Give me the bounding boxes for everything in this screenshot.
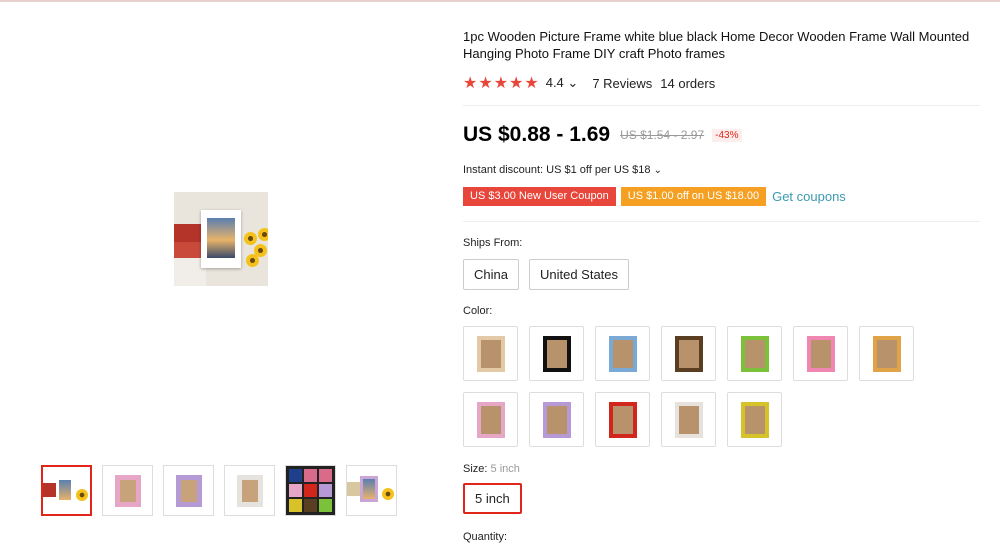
- sunflower: [258, 228, 268, 241]
- color-swatch-1[interactable]: [463, 326, 518, 381]
- ship-option-china[interactable]: China: [463, 259, 519, 290]
- frame-color-sample: [675, 336, 703, 372]
- thumb-frame: [176, 475, 202, 507]
- rating-row: ★★★★★ 4.4 ⌄ 7 Reviews 14 orders: [463, 73, 715, 93]
- sunflower: [244, 232, 257, 245]
- frame-photo: [207, 218, 235, 258]
- mini-photo: [56, 477, 74, 503]
- section-divider: [463, 105, 980, 106]
- color-swatch-3[interactable]: [595, 326, 650, 381]
- size-label: Size: 5 inch: [463, 463, 520, 475]
- frame-color-sample: [543, 402, 571, 438]
- ships-from-label: Ships From:: [463, 237, 523, 249]
- frame-collage: [289, 469, 332, 512]
- frame-color-sample: [477, 402, 505, 438]
- orders-count: 14 orders: [660, 75, 716, 91]
- mini-book: [347, 482, 361, 496]
- discount-badge: -43%: [712, 128, 742, 142]
- size-selected-value: 5 inch: [490, 463, 520, 475]
- reviews-link[interactable]: 7 Reviews: [592, 76, 652, 91]
- thumb-frame: [115, 475, 141, 507]
- mini-photo: [360, 476, 378, 502]
- instant-discount-text: Instant discount: US $1 off per US $18: [463, 164, 651, 176]
- frame-color-sample: [543, 336, 571, 372]
- star-rating-icon: ★★★★★: [463, 75, 540, 92]
- frame-color-sample: [675, 402, 703, 438]
- thumbnail-2[interactable]: [102, 465, 153, 516]
- original-price: US $1.54 - 2.97: [620, 128, 705, 142]
- top-divider: [0, 0, 1000, 2]
- color-swatch-5[interactable]: [727, 326, 782, 381]
- size-option-5-inch[interactable]: 5 inch: [463, 483, 522, 514]
- main-product-image[interactable]: [174, 192, 268, 286]
- current-price: US $0.88 - 1.69: [463, 123, 611, 146]
- mini-book: [43, 483, 57, 497]
- frame-color-sample: [741, 336, 769, 372]
- color-swatch-4[interactable]: [661, 326, 716, 381]
- sunflower: [246, 254, 259, 267]
- get-coupons-link[interactable]: Get coupons: [772, 189, 846, 204]
- thumbnail-3[interactable]: [163, 465, 214, 516]
- frame-color-sample: [741, 402, 769, 438]
- color-swatch-7[interactable]: [859, 326, 914, 381]
- thumbnail-6[interactable]: [346, 465, 397, 516]
- frame-color-sample: [609, 336, 637, 372]
- ships-from-options: China United States: [463, 259, 630, 290]
- frame-color-sample: [873, 336, 901, 372]
- price-row: US $0.88 - 1.69 US $1.54 - 2.97 -43%: [463, 123, 742, 147]
- thumbnail-strip: [41, 465, 397, 516]
- color-swatch-9[interactable]: [529, 392, 584, 447]
- rating-number: 4.4: [545, 75, 564, 90]
- rating-value[interactable]: 4.4 ⌄: [546, 75, 579, 91]
- store-coupon[interactable]: US $1.00 off on US $18.00: [620, 187, 767, 206]
- section-divider: [463, 221, 980, 222]
- color-swatch-10[interactable]: [595, 392, 650, 447]
- new-user-coupon[interactable]: US $3.00 New User Coupon: [463, 187, 616, 206]
- frame-color-sample: [609, 402, 637, 438]
- color-swatch-12[interactable]: [727, 392, 782, 447]
- chevron-down-icon: ⌄: [653, 165, 662, 176]
- ship-option-united-states[interactable]: United States: [528, 259, 630, 290]
- size-label-text: Size:: [463, 463, 488, 475]
- color-swatches: [463, 326, 933, 447]
- product-title: 1pc Wooden Picture Frame white blue blac…: [463, 29, 970, 61]
- frame-color-sample: [807, 336, 835, 372]
- color-label: Color:: [463, 305, 493, 317]
- thumb-frame: [237, 475, 263, 507]
- color-swatch-11[interactable]: [661, 392, 716, 447]
- color-swatch-2[interactable]: [529, 326, 584, 381]
- mini-flower: [382, 488, 394, 500]
- thumbnail-1[interactable]: [41, 465, 92, 516]
- thumbnail-4[interactable]: [224, 465, 275, 516]
- color-swatch-6[interactable]: [793, 326, 848, 381]
- color-swatch-8[interactable]: [463, 392, 518, 447]
- chevron-down-icon: ⌄: [567, 75, 579, 90]
- quantity-label: Quantity:: [463, 531, 508, 543]
- thumbnail-5[interactable]: [285, 465, 336, 516]
- book-decor: [174, 242, 204, 258]
- coupon-row: US $3.00 New User Coupon US $1.00 off on…: [463, 187, 846, 206]
- instant-discount[interactable]: Instant discount: US $1 off per US $18 ⌄: [463, 164, 662, 176]
- frame-color-sample: [477, 336, 505, 372]
- mini-flower: [76, 489, 88, 501]
